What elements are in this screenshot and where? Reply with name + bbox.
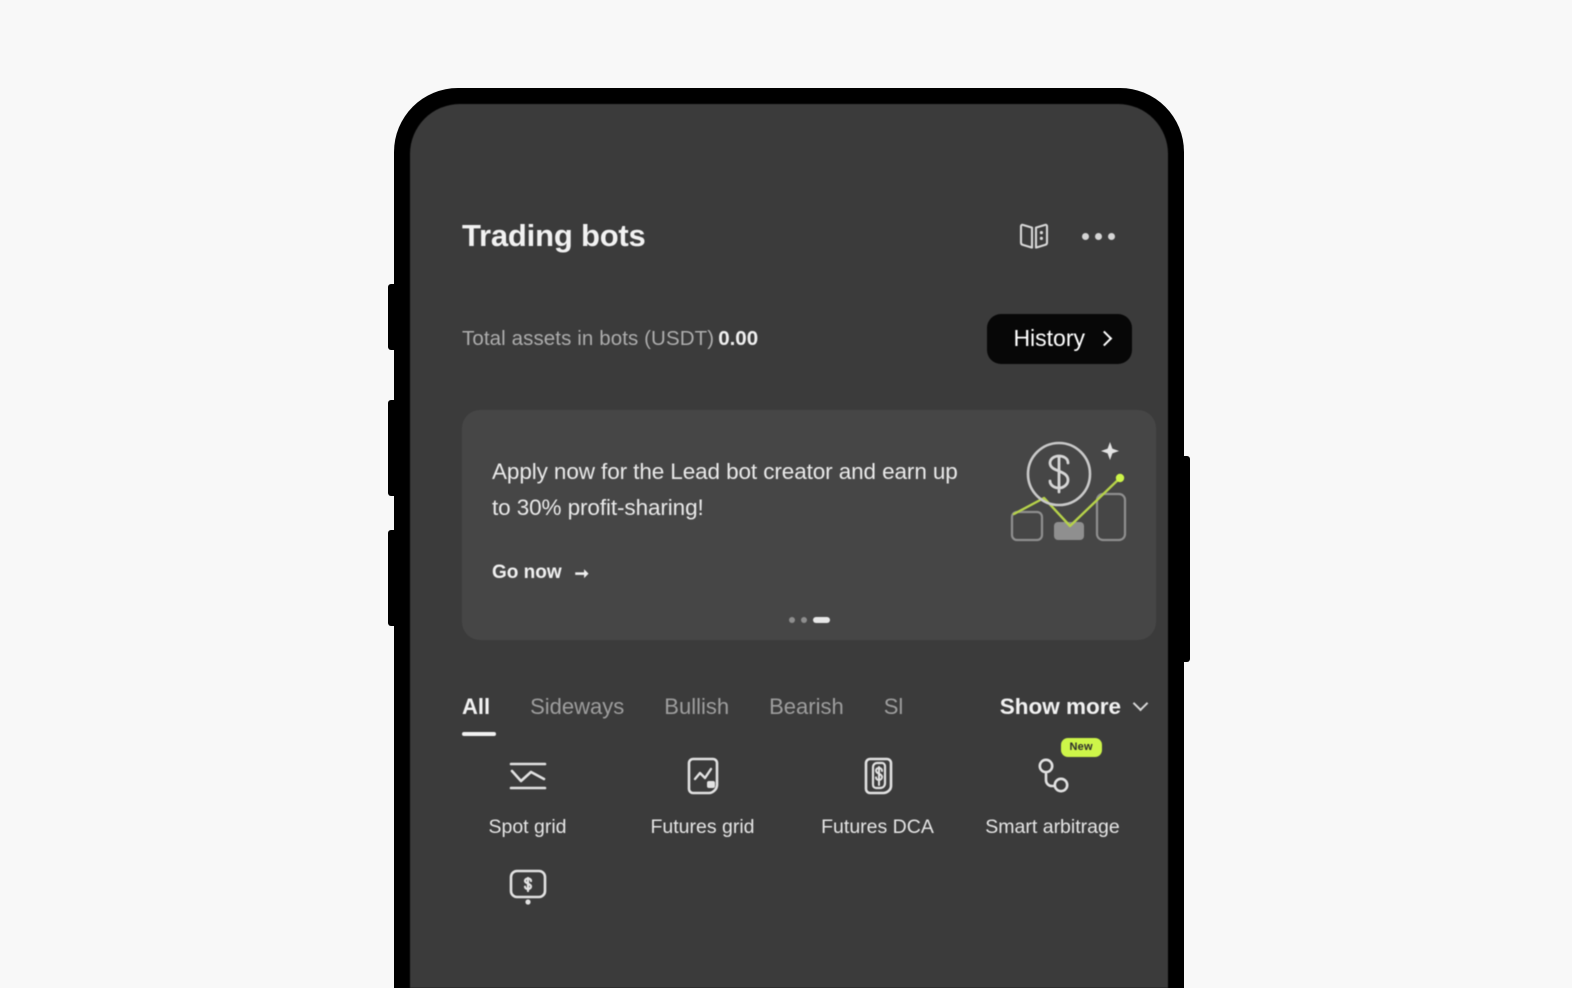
open-book-icon[interactable] bbox=[1016, 218, 1052, 254]
history-button-label: History bbox=[1013, 325, 1085, 351]
carousel-dot[interactable] bbox=[800, 617, 807, 623]
smart-arbitrage-icon bbox=[1027, 750, 1079, 802]
history-button[interactable]: History bbox=[987, 314, 1132, 364]
promo-cta-link[interactable]: Go now ➞ bbox=[492, 562, 589, 584]
bot-label: Futures grid bbox=[650, 816, 755, 838]
bot-item-futures-dca[interactable]: Futures DCA bbox=[790, 750, 965, 839]
bot-item-smart-arbitrage[interactable]: New Smart arbitrage bbox=[965, 738, 1140, 839]
bot-label: Futures DCA bbox=[821, 816, 934, 838]
bot-label: Smart arbitrage bbox=[985, 816, 1120, 838]
bot-item-partial[interactable] bbox=[440, 861, 615, 927]
futures-grid-icon bbox=[677, 750, 729, 802]
dot bbox=[1081, 232, 1089, 240]
carousel-pagination[interactable] bbox=[462, 617, 1156, 623]
header-actions bbox=[1016, 218, 1116, 254]
carousel-dot[interactable] bbox=[788, 617, 795, 623]
power-button[interactable] bbox=[1182, 456, 1190, 662]
show-more-button[interactable]: Show more bbox=[973, 680, 1149, 734]
promo-banner[interactable]: Apply now for the Lead bot creator and e… bbox=[462, 410, 1156, 640]
new-badge: New bbox=[1060, 738, 1102, 757]
tab-sl[interactable]: Sl bbox=[884, 694, 908, 720]
tab-bearish[interactable]: Bearish bbox=[769, 694, 844, 720]
phone-screen: Trading bots Total assets in bots (USDT)… bbox=[410, 104, 1168, 988]
dollar-coin-growth-chart-icon bbox=[1004, 434, 1134, 550]
spot-grid-icon bbox=[502, 750, 554, 802]
tab-all[interactable]: All bbox=[462, 694, 497, 736]
total-assets-row: Total assets in bots (USDT) 0.00 History bbox=[410, 304, 1168, 374]
tab-bullish[interactable]: Bullish bbox=[664, 694, 729, 720]
total-assets-label: Total assets in bots (USDT) bbox=[462, 327, 715, 350]
bot-type-grid: Spot grid Futures grid Futures DCA New S… bbox=[440, 738, 1140, 949]
bot-item-spot-grid[interactable]: Spot grid bbox=[440, 750, 615, 839]
chevron-down-icon bbox=[1132, 695, 1149, 711]
screen-dollar-icon bbox=[502, 861, 554, 913]
more-options-icon[interactable] bbox=[1080, 218, 1116, 254]
tab-sideways[interactable]: Sideways bbox=[530, 694, 624, 720]
promo-cta-label: Go now bbox=[492, 562, 562, 583]
app-header: Trading bots bbox=[410, 206, 1168, 266]
dot bbox=[1094, 232, 1102, 240]
promo-banner-text: Apply now for the Lead bot creator and e… bbox=[492, 459, 958, 520]
page-title: Trading bots bbox=[462, 218, 646, 253]
bot-item-futures-grid[interactable]: Futures grid bbox=[615, 750, 790, 839]
arrow-right-icon: ➞ bbox=[574, 563, 589, 583]
show-more-label: Show more bbox=[999, 694, 1121, 719]
chevron-right-icon bbox=[1096, 330, 1113, 347]
volume-up-button[interactable] bbox=[388, 400, 396, 496]
volume-down-button[interactable] bbox=[388, 530, 396, 626]
bot-label: Spot grid bbox=[488, 816, 567, 838]
category-tabs: All Sideways Bullish Bearish Sl Show mor… bbox=[410, 680, 1168, 736]
futures-dca-icon bbox=[852, 750, 904, 802]
total-assets-value: 0.00 bbox=[718, 327, 759, 350]
total-assets-text: Total assets in bots (USDT) 0.00 bbox=[462, 327, 758, 351]
mute-switch-button[interactable] bbox=[388, 284, 396, 350]
phone-device-frame: Trading bots Total assets in bots (USDT)… bbox=[388, 88, 1190, 988]
dot bbox=[1107, 232, 1115, 240]
carousel-dot-active[interactable] bbox=[812, 617, 830, 623]
